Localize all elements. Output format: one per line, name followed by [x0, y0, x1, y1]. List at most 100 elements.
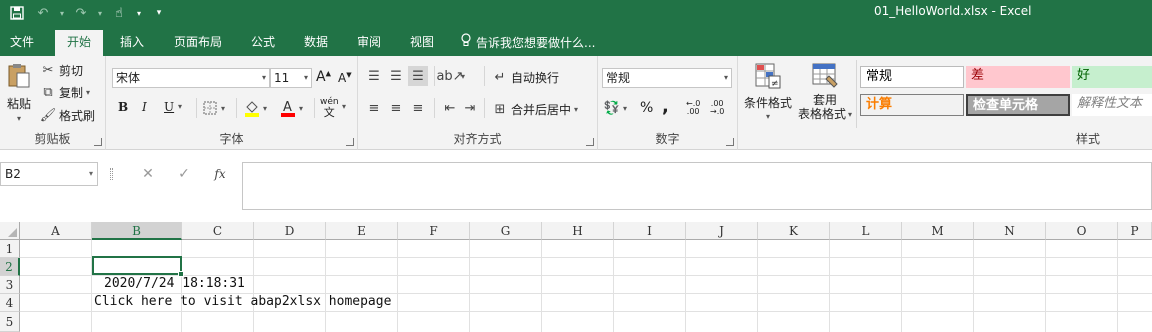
row-header-5[interactable]: 5: [0, 312, 20, 332]
tab-file[interactable]: 文件: [4, 30, 40, 56]
alignment-launcher-icon[interactable]: [586, 138, 594, 146]
cell-style-bad[interactable]: 差: [966, 66, 1070, 88]
fill-color-button[interactable]: ▾: [244, 98, 267, 118]
worksheet-grid[interactable]: ABCDEFGHIJKLMNOP 12345 2020/7/24 18:18:3…: [0, 222, 1152, 332]
insert-function-icon[interactable]: fx: [208, 162, 232, 186]
format-as-table-button[interactable]: 套用 表格格式 ▾: [796, 62, 854, 121]
bold-button[interactable]: B: [118, 100, 128, 114]
align-bottom-button[interactable]: ☰: [408, 66, 428, 86]
align-middle-button[interactable]: ☰: [388, 68, 404, 84]
phonetic-dropdown-icon[interactable]: ▾: [342, 102, 346, 111]
cell-style-normal[interactable]: 常规: [860, 66, 964, 88]
wrap-text-label: 自动换行: [511, 71, 560, 85]
font-size-combo[interactable]: 11 ▾: [270, 68, 312, 88]
undo-icon[interactable]: ↶: [32, 2, 54, 24]
tab-data[interactable]: 数据: [296, 30, 336, 56]
column-header-a[interactable]: A: [20, 222, 92, 240]
column-header-f[interactable]: F: [398, 222, 470, 240]
name-box[interactable]: B2 ▾: [0, 162, 98, 186]
italic-button[interactable]: I: [142, 100, 147, 114]
formula-bar-grip[interactable]: [110, 168, 113, 180]
cell-style-check-cell[interactable]: 检查单元格: [966, 94, 1070, 116]
touch-dropdown-icon[interactable]: ▾: [134, 2, 144, 24]
wrap-text-button[interactable]: ↵ 自动换行: [492, 69, 559, 86]
paste-button[interactable]: 粘贴 ▾: [2, 62, 36, 123]
column-header-j[interactable]: J: [686, 222, 758, 240]
column-header-c[interactable]: C: [182, 222, 254, 240]
row-header-2[interactable]: 2: [0, 258, 20, 276]
font-name-combo[interactable]: 宋体 ▾: [112, 68, 270, 88]
align-right-button[interactable]: ≡: [410, 100, 426, 116]
decrease-indent-button[interactable]: ⇤: [442, 100, 458, 116]
accounting-format-button[interactable]: 💱 ▾: [604, 100, 627, 116]
underline-button[interactable]: U: [164, 100, 174, 114]
clipboard-launcher-icon[interactable]: [94, 138, 102, 146]
paste-dropdown-icon: ▾: [16, 114, 21, 123]
cell-b3[interactable]: 2020/7/24 18:18:31: [104, 276, 245, 291]
merge-center-button[interactable]: ⊞ 合并后居中 ▾: [492, 101, 578, 118]
column-header-e[interactable]: E: [326, 222, 398, 240]
formula-input[interactable]: [242, 162, 1152, 210]
align-left-button[interactable]: ≡: [366, 100, 382, 116]
tab-insert[interactable]: 插入: [112, 30, 152, 56]
row-header-3[interactable]: 3: [0, 276, 20, 294]
phonetic-button[interactable]: wén 文: [320, 98, 339, 119]
decrease-font-size-button[interactable]: A▼: [338, 71, 352, 85]
tab-review[interactable]: 审阅: [350, 30, 388, 56]
cell-style-calculation[interactable]: 计算: [860, 94, 964, 116]
cell-style-good[interactable]: 好: [1072, 66, 1152, 88]
undo-dropdown-icon[interactable]: ▾: [58, 2, 66, 24]
column-header-p[interactable]: P: [1118, 222, 1152, 240]
tab-home[interactable]: 开始: [55, 30, 103, 56]
percent-style-button[interactable]: %: [640, 100, 653, 116]
column-header-m[interactable]: M: [902, 222, 974, 240]
orientation-icon: ab↗: [436, 68, 464, 84]
redo-dropdown-icon[interactable]: ▾: [96, 2, 104, 24]
tab-view[interactable]: 视图: [403, 30, 441, 56]
number-launcher-icon[interactable]: [726, 138, 734, 146]
borders-button[interactable]: ▾: [202, 100, 225, 116]
customize-qat-icon[interactable]: ▾: [148, 2, 170, 24]
column-header-h[interactable]: H: [542, 222, 614, 240]
decrease-decimal-button[interactable]: .00 →.0: [710, 100, 724, 116]
orientation-button[interactable]: ab↗ ▾: [436, 68, 465, 84]
column-header-g[interactable]: G: [470, 222, 542, 240]
font-launcher-icon[interactable]: [346, 138, 354, 146]
tell-me-box[interactable]: 告诉我您想要做什么...: [460, 30, 595, 56]
tab-page-layout[interactable]: 页面布局: [166, 30, 230, 56]
column-header-k[interactable]: K: [758, 222, 830, 240]
row-header-1[interactable]: 1: [0, 240, 20, 258]
currency-icon: 💱: [603, 100, 621, 116]
cell-style-explanatory[interactable]: 解释性文本: [1072, 94, 1152, 116]
enter-icon[interactable]: ✓: [172, 162, 196, 186]
touch-mode-icon[interactable]: ☝: [108, 2, 130, 24]
active-cell-selection[interactable]: [92, 256, 184, 277]
column-header-l[interactable]: L: [830, 222, 902, 240]
row-header-4[interactable]: 4: [0, 294, 20, 312]
tab-formulas[interactable]: 公式: [244, 30, 282, 56]
underline-dropdown-icon[interactable]: ▾: [178, 102, 182, 111]
save-icon[interactable]: [6, 2, 28, 24]
align-center-button[interactable]: ≡: [388, 100, 404, 116]
format-painter-button[interactable]: 🖌 格式刷: [40, 107, 95, 124]
conditional-formatting-button[interactable]: ≠ 条件格式 ▾: [742, 62, 794, 121]
cell-b4-hyperlink[interactable]: Click here to visit abap2xlsx homepage: [94, 294, 391, 309]
increase-font-size-button[interactable]: A▲: [316, 69, 331, 85]
column-header-i[interactable]: I: [614, 222, 686, 240]
increase-decimal-button[interactable]: ←.0.00: [686, 100, 700, 116]
cancel-icon[interactable]: ✕: [136, 162, 160, 186]
column-header-o[interactable]: O: [1046, 222, 1118, 240]
column-header-b[interactable]: B: [92, 222, 182, 240]
select-all-corner[interactable]: [0, 222, 20, 240]
increase-indent-button[interactable]: ⇥: [462, 100, 478, 116]
tell-me-text: 告诉我您想要做什么...: [476, 36, 596, 50]
number-format-combo[interactable]: 常规 ▾: [602, 68, 732, 88]
align-top-button[interactable]: ☰: [366, 68, 382, 84]
copy-button[interactable]: ⧉ 复制 ▾: [40, 84, 90, 101]
redo-icon[interactable]: ↷: [70, 2, 92, 24]
column-header-n[interactable]: N: [974, 222, 1046, 240]
font-color-button[interactable]: A ▾: [280, 98, 303, 118]
comma-style-button[interactable]: ,: [662, 96, 669, 117]
cut-button[interactable]: ✂ 剪切: [40, 62, 83, 79]
column-header-d[interactable]: D: [254, 222, 326, 240]
